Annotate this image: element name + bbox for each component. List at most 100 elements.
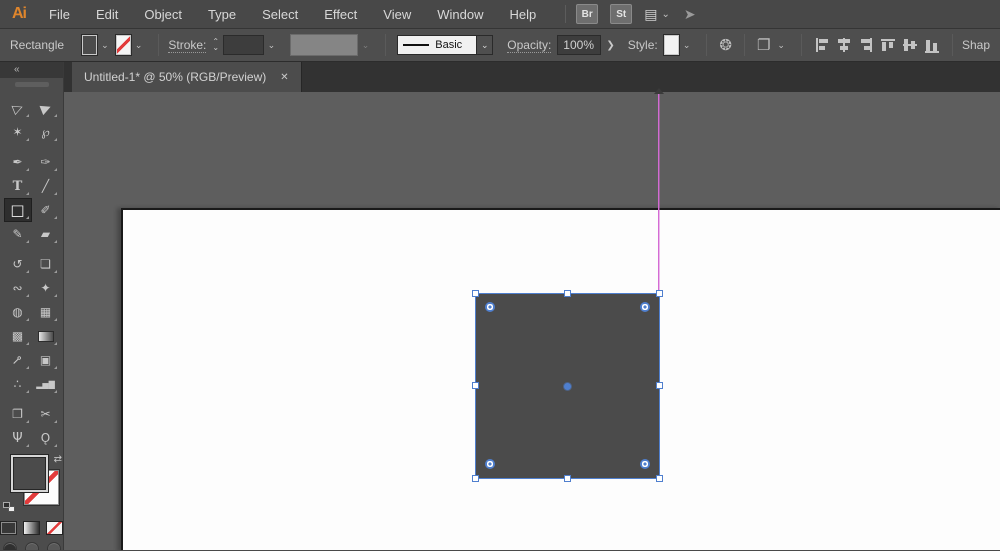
mesh-tool[interactable]: ▩ bbox=[4, 324, 32, 348]
separator bbox=[158, 34, 160, 56]
artboard-tool[interactable]: ❐ bbox=[4, 402, 32, 426]
type-tool[interactable]: T bbox=[4, 174, 32, 198]
free-transform-tool[interactable]: ✦ bbox=[32, 276, 60, 300]
lasso-tool[interactable]: ℘ bbox=[32, 120, 60, 144]
stroke-weight-dropdown[interactable] bbox=[223, 35, 264, 55]
default-fill-stroke-icon[interactable] bbox=[3, 502, 15, 512]
collapse-icon: « bbox=[14, 64, 20, 75]
fill-color-swatch[interactable] bbox=[81, 34, 99, 56]
perspective-grid-tool[interactable]: ▦ bbox=[32, 300, 60, 324]
handle-top-right[interactable] bbox=[656, 290, 663, 297]
align-vertical-top-button[interactable] bbox=[879, 33, 897, 57]
variable-width-profile-dropdown[interactable] bbox=[290, 34, 358, 56]
menu-effect[interactable]: Effect bbox=[311, 2, 370, 27]
workspace-switcher[interactable]: ▤ ⌄ bbox=[644, 6, 670, 23]
eraser-tool[interactable]: ▰ bbox=[32, 222, 60, 246]
document-setup-chevron-icon[interactable]: ⌄ bbox=[777, 40, 785, 51]
opacity-panel-arrow-icon[interactable]: ❯ bbox=[601, 38, 619, 53]
gradient-button[interactable] bbox=[23, 521, 40, 535]
column-graph-tool[interactable]: ▂▅▇ bbox=[32, 372, 60, 396]
line-segment-tool[interactable]: ╱ bbox=[32, 174, 60, 198]
align-horizontal-center-button[interactable] bbox=[835, 33, 853, 57]
handle-middle-right[interactable] bbox=[656, 382, 663, 389]
curvature-tool[interactable]: ✑ bbox=[32, 150, 60, 174]
draw-behind-button[interactable] bbox=[24, 542, 39, 550]
style-swatch[interactable] bbox=[662, 34, 680, 56]
handle-bottom-right[interactable] bbox=[656, 475, 663, 482]
menu-edit[interactable]: Edit bbox=[83, 2, 131, 27]
handle-top-left[interactable] bbox=[472, 290, 479, 297]
corner-radius-widget-bottom-left[interactable] bbox=[485, 459, 495, 469]
paintbrush-tool[interactable]: ✐ bbox=[32, 198, 60, 222]
opacity-label[interactable]: Opacity: bbox=[507, 38, 552, 53]
style-chevron-icon[interactable]: ⌄ bbox=[683, 40, 691, 51]
opacity-input[interactable]: 100% bbox=[557, 35, 602, 55]
menu-help[interactable]: Help bbox=[496, 2, 549, 27]
corner-radius-widget-top-right[interactable] bbox=[640, 302, 650, 312]
fill-chevron-icon[interactable]: ⌄ bbox=[101, 40, 109, 51]
stroke-label[interactable]: Stroke: bbox=[168, 38, 207, 53]
shape-builder-tool[interactable]: ◍ bbox=[4, 300, 32, 324]
fill-indicator-swatch[interactable] bbox=[11, 455, 48, 492]
rotate-tool[interactable]: ↺ bbox=[4, 252, 32, 276]
width-profile-chevron-icon[interactable]: ⌄ bbox=[362, 40, 370, 51]
bridge-button[interactable]: Br bbox=[576, 4, 599, 24]
document-setup-icon[interactable]: ❐ bbox=[754, 36, 773, 54]
handle-bottom-left[interactable] bbox=[472, 475, 479, 482]
brush-definition-dropdown[interactable]: Basic ⌄ bbox=[397, 35, 494, 55]
selection-tool[interactable]: ▷ bbox=[4, 96, 32, 120]
pencil-tool[interactable]: ✎ bbox=[4, 222, 32, 246]
direct-selection-tool[interactable]: ▶ bbox=[32, 96, 60, 120]
align-horizontal-left-button[interactable] bbox=[813, 33, 831, 57]
stock-button[interactable]: St bbox=[610, 4, 633, 24]
symbol-sprayer-tool[interactable]: ∴ bbox=[4, 372, 32, 396]
share-icon[interactable]: ➤ bbox=[684, 6, 696, 23]
blend-tool[interactable]: ▣ bbox=[32, 348, 60, 372]
align-vertical-bottom-button[interactable] bbox=[923, 33, 941, 57]
corner-radius-widget-bottom-right[interactable] bbox=[640, 459, 650, 469]
color-button[interactable] bbox=[0, 521, 17, 535]
gradient-tool-icon bbox=[37, 330, 54, 342]
eyedropper-tool[interactable]: ⊸ bbox=[4, 348, 32, 372]
align-horizontal-right-button[interactable] bbox=[857, 33, 875, 57]
panel-grip[interactable] bbox=[14, 82, 49, 87]
width-tool[interactable]: ∾ bbox=[4, 276, 32, 300]
handle-top-center[interactable] bbox=[564, 290, 571, 297]
draw-normal-button[interactable] bbox=[2, 542, 17, 550]
none-button[interactable] bbox=[46, 521, 63, 535]
document-tab[interactable]: Untitled-1* @ 50% (RGB/Preview) ✕ bbox=[72, 62, 302, 92]
stroke-weight-stepper[interactable]: ⌃ ⌄ bbox=[212, 38, 219, 52]
canvas[interactable] bbox=[64, 92, 1000, 550]
swap-fill-stroke-icon[interactable]: ⇄ bbox=[54, 454, 62, 465]
slice-tool[interactable]: ✂ bbox=[32, 402, 60, 426]
draw-inside-button[interactable] bbox=[46, 542, 61, 550]
brush-chevron-icon[interactable]: ⌄ bbox=[477, 35, 494, 55]
menu-type[interactable]: Type bbox=[195, 2, 249, 27]
rectangle-tool[interactable]: □ bbox=[3, 198, 32, 222]
close-tab-icon[interactable]: ✕ bbox=[280, 72, 288, 83]
menu-view[interactable]: View bbox=[370, 2, 424, 27]
pen-tool[interactable]: ✒ bbox=[4, 150, 32, 174]
scale-tool[interactable]: ❏ bbox=[32, 252, 60, 276]
menu-object[interactable]: Object bbox=[131, 2, 195, 27]
zoom-tool[interactable]: Ǫ bbox=[32, 426, 60, 450]
align-vertical-center-button[interactable] bbox=[901, 33, 919, 57]
center-point[interactable] bbox=[564, 383, 571, 390]
toolbar-collapse-button[interactable]: « bbox=[0, 62, 63, 78]
stroke-chevron-icon[interactable]: ⌄ bbox=[135, 40, 143, 51]
magic-wand-tool[interactable]: ✶ bbox=[4, 120, 32, 144]
menu-select[interactable]: Select bbox=[249, 2, 311, 27]
stroke-weight-chevron-icon[interactable]: ⌄ bbox=[268, 40, 276, 51]
menu-window[interactable]: Window bbox=[424, 2, 496, 27]
stroke-color-swatch[interactable] bbox=[114, 34, 132, 56]
stepper-down-icon[interactable]: ⌄ bbox=[212, 44, 219, 52]
handle-bottom-center[interactable] bbox=[564, 475, 571, 482]
hand-tool[interactable]: Ψ bbox=[4, 426, 32, 450]
corner-radius-widget-top-left[interactable] bbox=[485, 302, 495, 312]
recolor-artwork-icon[interactable]: ❂ bbox=[716, 36, 735, 54]
menu-file[interactable]: File bbox=[36, 2, 83, 27]
selected-rectangle[interactable] bbox=[472, 290, 663, 482]
gradient-tool[interactable] bbox=[32, 324, 60, 348]
handle-middle-left[interactable] bbox=[472, 382, 479, 389]
app-logo[interactable]: Ai bbox=[12, 5, 27, 23]
